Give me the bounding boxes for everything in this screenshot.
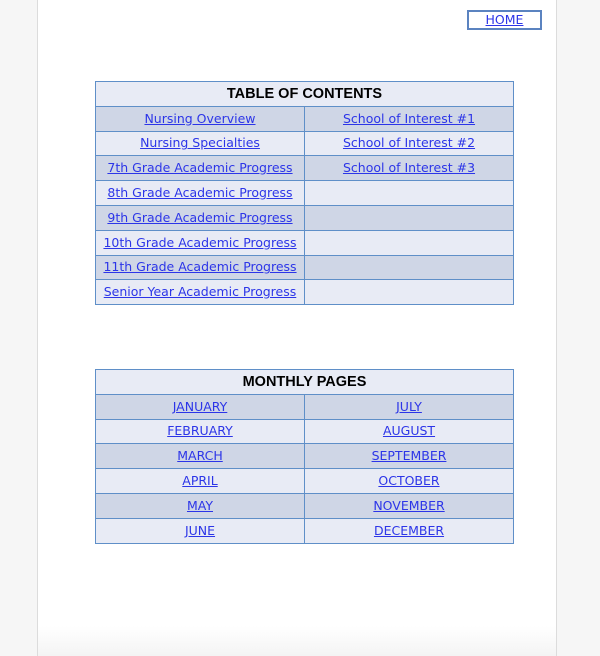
table-cell: DECEMBER — [304, 517, 514, 544]
toc-link[interactable]: 7th Grade Academic Progress — [107, 160, 292, 175]
toc-link[interactable]: 10th Grade Academic Progress — [103, 235, 296, 250]
table-of-contents: TABLE OF CONTENTS Nursing Overview School… — [95, 81, 514, 306]
table-row: Senior Year Academic Progress — [95, 279, 514, 306]
table-row: 7th Grade Academic Progress School of Int… — [95, 155, 514, 182]
toc-link[interactable]: School of Interest #2 — [343, 135, 475, 150]
table-cell: 10th Grade Academic Progress — [95, 229, 305, 256]
monthly-pages-table: MONTHLY PAGES JANUARY JULY FEBRUARY AUGUST M… — [95, 369, 514, 544]
toc-link[interactable]: 11th Grade Academic Progress — [103, 259, 296, 274]
table-row: 10th Grade Academic Progress — [95, 229, 514, 256]
month-link[interactable]: SEPTEMBER — [372, 448, 447, 463]
month-link[interactable]: FEBRUARY — [167, 423, 233, 438]
table-cell: School of Interest #3 — [304, 155, 514, 182]
table-cell: 7th Grade Academic Progress — [95, 155, 305, 182]
table-cell: JUNE — [95, 517, 305, 544]
table-cell: NOVEMBER — [304, 492, 514, 519]
toc-link[interactable]: School of Interest #1 — [343, 111, 475, 126]
table-cell: OCTOBER — [304, 468, 514, 494]
table-cell: School of Interest #2 — [304, 130, 514, 157]
table-cell: Nursing Specialties — [95, 130, 305, 157]
month-link[interactable]: NOVEMBER — [373, 498, 444, 513]
table-row: Nursing Overview School of Interest #1 — [95, 105, 514, 132]
table-cell: 8th Grade Academic Progress — [95, 180, 305, 206]
table-cell: 9th Grade Academic Progress — [95, 204, 305, 231]
month-link[interactable]: OCTOBER — [378, 473, 439, 488]
toc-title: TABLE OF CONTENTS — [95, 81, 514, 107]
page-bottom-edge — [38, 626, 556, 656]
toc-link[interactable]: Senior Year Academic Progress — [104, 284, 297, 299]
monthly-title: MONTHLY PAGES — [95, 369, 514, 395]
home-box: HOME — [467, 10, 542, 30]
table-row: JANUARY JULY — [95, 393, 514, 420]
table-row: MARCH SEPTEMBER — [95, 443, 514, 470]
table-cell: MAY — [95, 492, 305, 519]
month-link[interactable]: MAY — [187, 498, 213, 513]
table-row: 8th Grade Academic Progress — [95, 180, 514, 206]
table-cell — [304, 180, 514, 206]
table-row: Nursing Specialties School of Interest #2 — [95, 130, 514, 157]
table-cell: 11th Grade Academic Progress — [95, 254, 305, 281]
table-cell: JULY — [304, 393, 514, 420]
toc-link[interactable]: 9th Grade Academic Progress — [107, 210, 292, 225]
table-cell: School of Interest #1 — [304, 105, 514, 132]
document-page: HOME TABLE OF CONTENTS Nursing Overview S… — [37, 0, 557, 656]
table-row: APRIL OCTOBER — [95, 468, 514, 494]
month-link[interactable]: JULY — [396, 399, 422, 414]
table-cell: SEPTEMBER — [304, 443, 514, 470]
table-cell: MARCH — [95, 443, 305, 470]
table-cell: AUGUST — [304, 418, 514, 445]
toc-link[interactable]: 8th Grade Academic Progress — [107, 185, 292, 200]
toc-link[interactable]: Nursing Overview — [144, 111, 255, 126]
table-cell — [304, 204, 514, 231]
table-cell — [304, 254, 514, 281]
toc-link[interactable]: Nursing Specialties — [140, 135, 260, 150]
home-link[interactable]: HOME — [486, 12, 524, 27]
month-link[interactable]: MARCH — [177, 448, 223, 463]
month-link[interactable]: APRIL — [182, 473, 217, 488]
table-row: FEBRUARY AUGUST — [95, 418, 514, 445]
table-row: MAY NOVEMBER — [95, 492, 514, 519]
table-cell: Nursing Overview — [95, 105, 305, 132]
month-link[interactable]: AUGUST — [383, 423, 435, 438]
table-cell: JANUARY — [95, 393, 305, 420]
table-cell: FEBRUARY — [95, 418, 305, 445]
table-cell: APRIL — [95, 468, 305, 494]
table-cell — [304, 279, 514, 306]
toc-link[interactable]: School of Interest #3 — [343, 160, 475, 175]
table-row: 11th Grade Academic Progress — [95, 254, 514, 281]
month-link[interactable]: JUNE — [185, 523, 215, 538]
month-link[interactable]: DECEMBER — [374, 523, 444, 538]
table-row: 9th Grade Academic Progress — [95, 204, 514, 231]
table-cell — [304, 229, 514, 256]
table-cell: Senior Year Academic Progress — [95, 279, 305, 306]
table-row: JUNE DECEMBER — [95, 517, 514, 544]
month-link[interactable]: JANUARY — [173, 399, 228, 414]
